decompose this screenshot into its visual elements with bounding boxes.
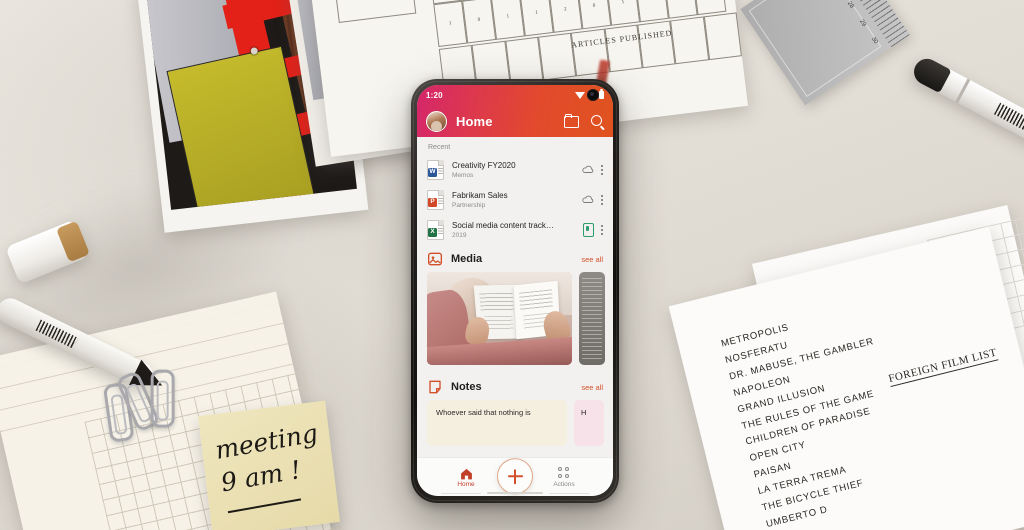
media-thumbnail-next[interactable]	[579, 272, 605, 365]
sticky-note-text: meeting 9 am !	[213, 418, 328, 498]
word-document-icon: W	[427, 160, 444, 180]
notes-card-strip[interactable]: Whoever said that nothing is H	[417, 398, 613, 454]
desk-scene: Writing is a scary but good work, but I …	[0, 0, 1024, 530]
sticky-note: meeting 9 am !	[198, 400, 340, 530]
word-badge: W	[428, 168, 437, 177]
note-card-text: H	[581, 408, 587, 417]
phone-screen: 1:20 Home Recent W Creativity FY2020 Mem…	[417, 85, 613, 496]
cloud-icon[interactable]	[582, 195, 594, 204]
film-list-title: FOREIGN FILM LIST	[887, 346, 999, 388]
nav-item-actions-label: Actions	[553, 480, 575, 488]
excel-document-icon: X	[427, 220, 444, 240]
recent-section-label: Recent	[428, 144, 451, 151]
nav-item-actions[interactable]: Actions	[538, 466, 590, 488]
device-icon[interactable]	[582, 223, 594, 237]
app-bar: Home	[417, 105, 613, 137]
table-row[interactable]: X Social media content track… 2019	[417, 215, 613, 245]
table-row[interactable]: P Fabrikam Sales Partnership	[417, 185, 613, 215]
gesture-bar	[487, 492, 543, 494]
page-title: Home	[456, 113, 493, 129]
file-name: Fabrikam Sales	[452, 191, 508, 201]
notes-see-all-link[interactable]: see all	[581, 383, 603, 392]
nav-item-home-label: Home	[457, 480, 475, 488]
media-thumbnail[interactable]	[427, 272, 572, 365]
plus-icon	[507, 468, 523, 484]
home-scroll-content[interactable]: Recent W Creativity FY2020 Memos P Fabri…	[417, 137, 613, 457]
file-name: Social media content track…	[452, 221, 554, 231]
excel-badge: X	[428, 228, 437, 237]
powerpoint-badge: P	[428, 198, 437, 207]
search-icon	[590, 115, 602, 126]
search-button[interactable]	[588, 113, 604, 129]
nav-item-home[interactable]: Home	[440, 467, 492, 488]
smartphone: 1:20 Home Recent W Creativity FY2020 Mem…	[411, 79, 619, 503]
file-actions	[582, 223, 603, 237]
battery-icon	[599, 89, 604, 99]
media-section-title: Media	[451, 253, 483, 265]
create-button[interactable]	[497, 458, 533, 495]
tracker-handwritten-note: Writing is a scary but good work, but I …	[333, 0, 417, 23]
file-subtitle: Memos	[452, 171, 474, 179]
note-card-text: Whoever said that nothing is	[436, 408, 531, 417]
notes-section-title: Notes	[451, 381, 482, 393]
front-camera-punch-hole	[587, 89, 599, 101]
list-item[interactable]: Whoever said that nothing is	[427, 400, 567, 446]
file-meta: Social media content track… 2019	[452, 221, 575, 239]
home-icon	[460, 467, 473, 479]
more-options-icon[interactable]	[600, 164, 603, 176]
recent-file-list: W Creativity FY2020 Memos P Fabrikam Sal…	[417, 155, 613, 245]
notes-section-header: Notes see all	[417, 373, 613, 398]
file-meta: Fabrikam Sales Partnership	[452, 191, 574, 209]
more-options-icon[interactable]	[600, 224, 603, 236]
sticky-note-icon	[427, 379, 443, 395]
list-item[interactable]: H	[574, 400, 604, 446]
status-bar-clock: 1:20	[426, 90, 443, 100]
file-subtitle: 2019	[452, 231, 467, 239]
media-see-all-link[interactable]: see all	[581, 255, 603, 264]
grid-dots-icon	[558, 466, 570, 479]
file-subtitle: Partnership	[452, 201, 486, 209]
file-actions	[582, 164, 603, 176]
media-thumbnail-strip[interactable]	[417, 270, 613, 373]
film-list: METROPOLIS NOSFERATU DR. MABUSE, THE GAM…	[720, 301, 921, 530]
bottom-navigation-bar: Home Actions	[417, 457, 613, 496]
media-photo-icon	[427, 251, 443, 267]
files-button[interactable]	[563, 113, 579, 129]
file-actions	[582, 194, 603, 206]
file-meta: Creativity FY2020 Memos	[452, 161, 574, 179]
more-options-icon[interactable]	[600, 194, 603, 206]
file-name: Creativity FY2020	[452, 161, 516, 171]
avatar[interactable]	[426, 110, 447, 132]
app-top-bar: 1:20 Home	[417, 85, 613, 137]
cloud-icon[interactable]	[582, 165, 594, 174]
media-section-header: Media see all	[417, 245, 613, 270]
folder-icon	[563, 113, 579, 128]
powerpoint-document-icon: P	[427, 190, 444, 210]
status-bar: 1:20	[417, 85, 613, 105]
table-row[interactable]: W Creativity FY2020 Memos	[417, 155, 613, 185]
wifi-icon	[575, 91, 585, 99]
